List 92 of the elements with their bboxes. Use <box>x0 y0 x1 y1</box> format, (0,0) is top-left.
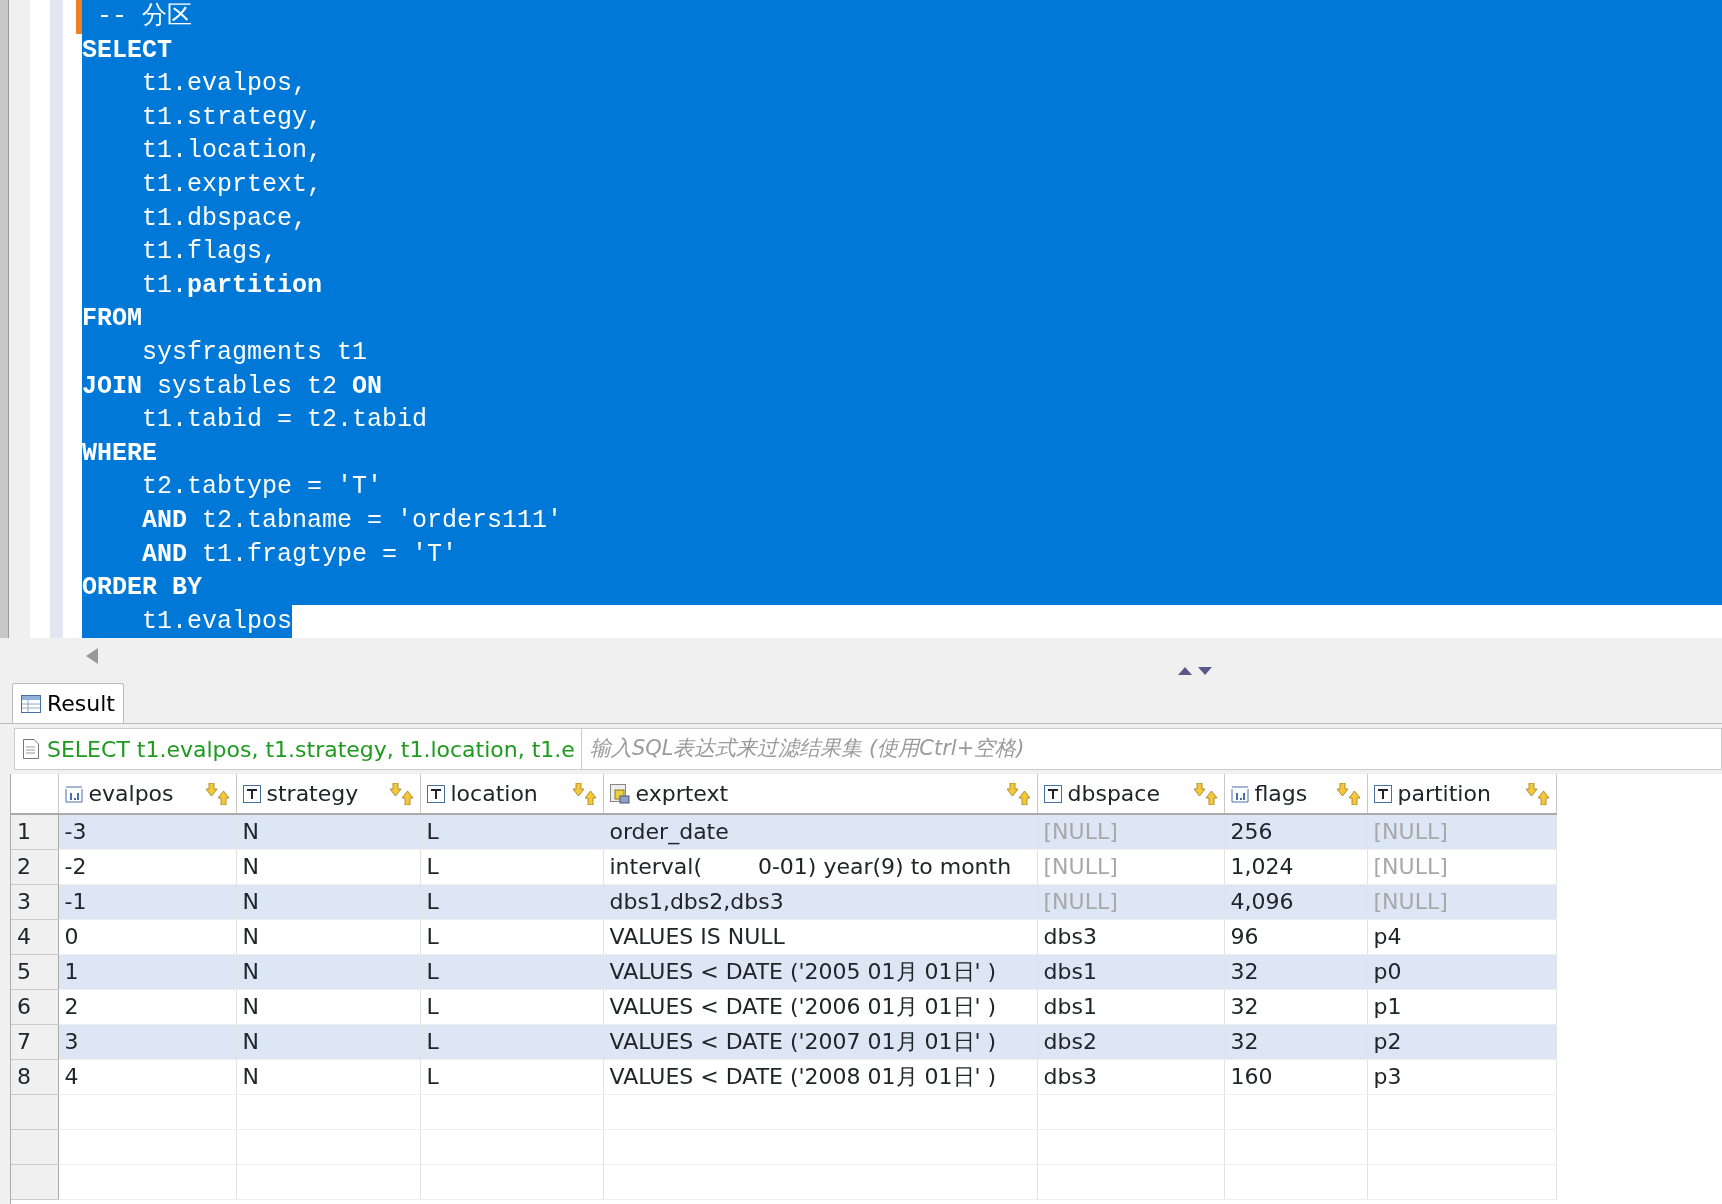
sort-icon[interactable] <box>205 782 230 805</box>
null-cell: [NULL] <box>1367 884 1556 919</box>
table-cell: L <box>420 1059 603 1094</box>
text-type-icon <box>1043 784 1062 803</box>
table-cell: L <box>420 919 603 954</box>
row-number: 8 <box>11 1059 58 1094</box>
table-cell: -1 <box>58 884 236 919</box>
table-cell: L <box>420 954 603 989</box>
table-cell: VALUES IS NULL <box>603 919 1037 954</box>
column-header[interactable]: dbspace <box>1037 774 1224 814</box>
table-cell: dbs1,dbs2,dbs3 <box>603 884 1037 919</box>
table-cell: N <box>236 919 420 954</box>
table-cell: VALUES < DATE ('2005 01月 01日' ) <box>603 954 1037 989</box>
table-cell: L <box>420 884 603 919</box>
table-cell: N <box>236 1059 420 1094</box>
table-cell: VALUES < DATE ('2008 01月 01日' ) <box>603 1059 1037 1094</box>
column-header[interactable]: partition <box>1367 774 1556 814</box>
table-cell: p1 <box>1367 989 1556 1024</box>
table-cell: dbs3 <box>1037 919 1224 954</box>
table-cell: dbs2 <box>1037 1024 1224 1059</box>
text-type-icon <box>1373 784 1392 803</box>
table-cell: N <box>236 1024 420 1059</box>
column-header[interactable]: strategy <box>236 774 420 814</box>
table-cell: dbs1 <box>1037 989 1224 1024</box>
row-number: 6 <box>11 989 58 1024</box>
table-cell: interval( 0-01) year(9) to month <box>603 849 1037 884</box>
null-cell: [NULL] <box>1367 814 1556 849</box>
column-header[interactable]: exprtext <box>603 774 1037 814</box>
document-icon <box>23 739 39 759</box>
sort-icon[interactable] <box>1336 782 1361 805</box>
table-cell: 32 <box>1224 954 1367 989</box>
table-cell: p2 <box>1367 1024 1556 1059</box>
sort-icon[interactable] <box>1006 782 1031 805</box>
number-type-icon <box>64 784 83 803</box>
table-cell: -2 <box>58 849 236 884</box>
table-cell: L <box>420 814 603 849</box>
sort-icon[interactable] <box>572 782 597 805</box>
null-cell: [NULL] <box>1037 849 1224 884</box>
table-cell: L <box>420 1024 603 1059</box>
table-cell: N <box>236 989 420 1024</box>
table-cell: -3 <box>58 814 236 849</box>
table-cell: p4 <box>1367 919 1556 954</box>
table-cell: 2 <box>58 989 236 1024</box>
null-cell: [NULL] <box>1037 884 1224 919</box>
null-cell: [NULL] <box>1037 814 1224 849</box>
number-type-icon <box>1230 784 1249 803</box>
text-type-icon <box>426 784 445 803</box>
table-cell: order_date <box>603 814 1037 849</box>
table-cell: p0 <box>1367 954 1556 989</box>
table-icon <box>21 694 41 713</box>
row-number: 3 <box>11 884 58 919</box>
table-cell: 3 <box>58 1024 236 1059</box>
table-cell: L <box>420 849 603 884</box>
table-cell: 4 <box>58 1059 236 1094</box>
table-cell: N <box>236 884 420 919</box>
table-cell: 32 <box>1224 1024 1367 1059</box>
table-cell: dbs3 <box>1037 1059 1224 1094</box>
null-cell: [NULL] <box>1367 849 1556 884</box>
table-cell: 160 <box>1224 1059 1367 1094</box>
table-cell: dbs1 <box>1037 954 1224 989</box>
table-cell: 0 <box>58 919 236 954</box>
table-cell: 256 <box>1224 814 1367 849</box>
query-text: SELECT t1.evalpos, t1.strategy, t1.location, t1.e <box>14 728 582 770</box>
sort-icon[interactable] <box>1193 782 1218 805</box>
filter-field[interactable]: 输入SQL表达式来过滤结果集 (使用Ctrl+空格) <box>581 728 1722 770</box>
table-cell: VALUES < DATE ('2006 01月 01日' ) <box>603 989 1037 1024</box>
row-number: 7 <box>11 1024 58 1059</box>
row-number: 5 <box>11 954 58 989</box>
row-number: 2 <box>11 849 58 884</box>
table-cell: 4,096 <box>1224 884 1367 919</box>
table-cell: 1,024 <box>1224 849 1367 884</box>
table-cell: N <box>236 814 420 849</box>
sort-icon[interactable] <box>1525 782 1550 805</box>
table-cell: L <box>420 989 603 1024</box>
table-cell: p3 <box>1367 1059 1556 1094</box>
row-number: 4 <box>11 919 58 954</box>
table-cell: VALUES < DATE ('2007 01月 01日' ) <box>603 1024 1037 1059</box>
table-cell: 32 <box>1224 989 1367 1024</box>
table-cell: 1 <box>58 954 236 989</box>
table-cell: N <box>236 849 420 884</box>
scroll-left-icon[interactable] <box>86 648 98 664</box>
maximize-restore-icon[interactable] <box>1178 666 1212 676</box>
result-tab[interactable]: Result <box>12 683 124 723</box>
row-number: 1 <box>11 814 58 849</box>
column-header[interactable]: evalpos <box>58 774 236 814</box>
table-cell: N <box>236 954 420 989</box>
sort-icon[interactable] <box>389 782 414 805</box>
column-header[interactable]: location <box>420 774 603 814</box>
expression-type-icon <box>609 783 630 804</box>
text-type-icon <box>242 784 261 803</box>
table-cell: 96 <box>1224 919 1367 954</box>
column-header[interactable]: flags <box>1224 774 1367 814</box>
